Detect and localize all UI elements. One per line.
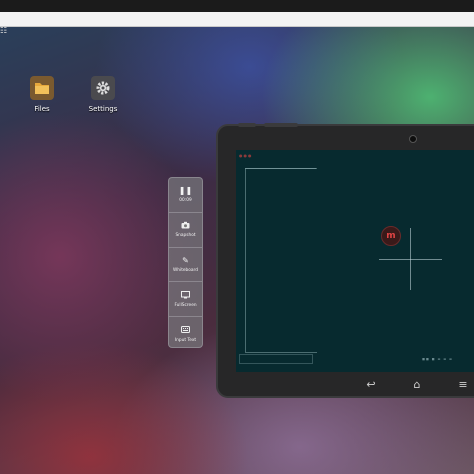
pause-button[interactable]: ❚❚ 00:09 <box>169 178 202 213</box>
crosshair-vertical <box>410 228 411 290</box>
whiteboard-label: Whiteboard <box>173 267 198 273</box>
status-dots: ●●● <box>239 153 253 158</box>
input-text-label: Input Text <box>174 337 197 343</box>
whiteboard-button[interactable]: ✎ Whiteboard <box>169 248 202 283</box>
home-icon[interactable]: ⌂ <box>394 378 440 391</box>
app-logo-icon: m <box>381 226 401 246</box>
power-button[interactable] <box>238 123 256 127</box>
back-icon[interactable]: ↩ <box>348 378 394 391</box>
tablet-device: ●●● m ■■ ■ ▬ ▬ ▬ ↩ ⌂ ≡ <box>216 123 474 398</box>
menu-icon[interactable]: ≡ <box>440 378 474 391</box>
volume-button[interactable] <box>264 123 298 127</box>
keyboard-icon <box>181 325 190 336</box>
input-text-button[interactable]: Input Text <box>169 317 202 351</box>
bottom-input-box[interactable] <box>239 354 313 364</box>
files-app[interactable]: Files <box>20 76 64 113</box>
snapshot-button[interactable]: Snapshot <box>169 213 202 248</box>
tablet-screen[interactable]: ●●● m ■■ ■ ▬ ▬ ▬ <box>236 150 474 372</box>
timer-label: 00:09 <box>179 198 192 204</box>
address-bar[interactable] <box>0 12 474 27</box>
monitor-icon <box>181 290 190 301</box>
folder-icon <box>30 76 54 100</box>
fullscreen-button[interactable]: FullScreen <box>169 282 202 318</box>
snapshot-label: Snapshot <box>175 233 196 239</box>
files-label: Files <box>34 105 50 113</box>
gear-icon <box>91 76 115 100</box>
recording-toolbar: ❚❚ 00:09 Snapshot ✎ Whiteboard FullScree… <box>168 177 203 348</box>
corner-menu-icon[interactable]: ☷ <box>0 27 8 45</box>
front-camera <box>409 135 417 143</box>
pause-icon: ❚❚ <box>178 186 193 196</box>
content-frame <box>245 168 317 353</box>
settings-app[interactable]: Settings <box>81 76 125 113</box>
fullscreen-label: FullScreen <box>174 302 197 308</box>
browser-top-bar <box>0 0 474 12</box>
pencil-icon: ✎ <box>182 255 189 265</box>
camera-icon <box>181 221 190 231</box>
tablet-nav-bar: ↩ ⌂ ≡ <box>236 372 474 396</box>
bottom-indicators: ■■ ■ ▬ ▬ ▬ <box>422 357 453 361</box>
settings-label: Settings <box>88 105 118 113</box>
screen-bottom-strip: ■■ ■ ▬ ▬ ▬ <box>239 354 474 364</box>
